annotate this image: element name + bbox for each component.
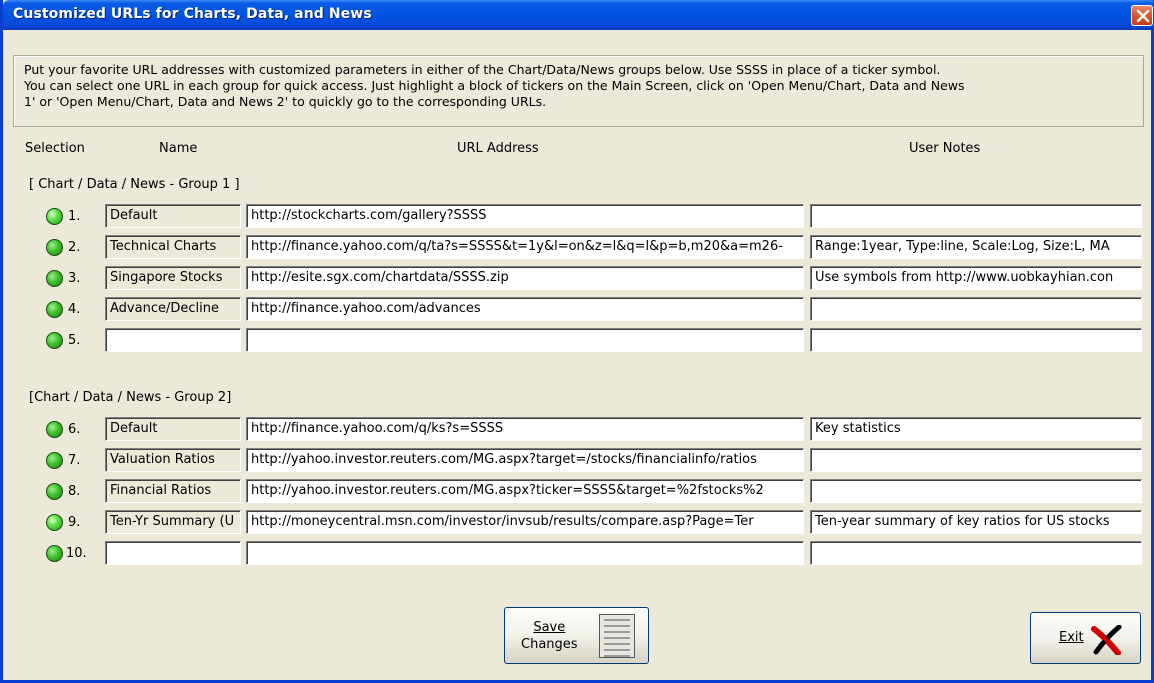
name-field[interactable] [105, 328, 241, 352]
dialog-window: Customized URLs for Charts, Data, and Ne… [0, 0, 1154, 683]
url-field[interactable]: http://stockcharts.com/gallery?SSSS [246, 204, 804, 228]
selection-radio[interactable] [46, 270, 63, 287]
url-row: 6. Default http://finance.yahoo.com/q/ks?s… [3, 417, 1154, 443]
name-field[interactable]: Advance/Decline [105, 297, 241, 321]
url-field[interactable] [246, 328, 804, 352]
row-number: 2. [68, 240, 81, 255]
window-title: Customized URLs for Charts, Data, and Ne… [13, 6, 372, 22]
row-number: 1. [68, 209, 81, 224]
title-bar[interactable]: Customized URLs for Charts, Data, and Ne… [3, 0, 1154, 30]
exit-button[interactable]: Exit [1030, 612, 1141, 664]
header-selection: Selection [25, 141, 85, 156]
save-label-line-2: Changes [521, 637, 578, 652]
exit-label: Exit [1059, 630, 1084, 645]
selection-radio[interactable] [46, 239, 63, 256]
selection-radio[interactable] [46, 332, 63, 349]
url-field[interactable]: http://finance.yahoo.com/q/ks?s=SSSS [246, 417, 804, 441]
row-number: 4. [68, 302, 81, 317]
url-field[interactable] [246, 541, 804, 565]
name-field[interactable] [105, 541, 241, 565]
group-2-label: [Chart / Data / News - Group 2] [29, 390, 232, 405]
name-field[interactable]: Valuation Ratios [105, 448, 241, 472]
name-field[interactable]: Ten-Yr Summary (U [105, 510, 241, 534]
url-row: 8. Financial Ratios http://yahoo.investor.… [3, 479, 1154, 505]
close-button[interactable] [1131, 5, 1153, 26]
notes-field[interactable]: Ten-year summary of key ratios for US st… [810, 510, 1142, 534]
group-1-label: [ Chart / Data / News - Group 1 ] [29, 177, 240, 192]
notes-field[interactable]: Range:1year, Type:line, Scale:Log, Size:… [810, 235, 1142, 259]
row-number: 3. [68, 271, 81, 286]
selection-radio[interactable] [46, 545, 63, 562]
url-row: 1. Default http://stockcharts.com/gallery?… [3, 204, 1154, 230]
header-url: URL Address [457, 141, 539, 156]
instructions-line-3: 1' or 'Open Menu/Chart, Data and News 2'… [24, 94, 547, 109]
selection-radio[interactable] [46, 514, 63, 531]
selection-radio[interactable] [46, 301, 63, 318]
exit-label-text: Exit [1059, 630, 1084, 645]
header-name: Name [159, 141, 198, 156]
url-row: 10. [3, 541, 1154, 567]
notes-field[interactable] [810, 328, 1142, 352]
name-field[interactable]: Default [105, 204, 241, 228]
url-row: 7. Valuation Ratios http://yahoo.investor.… [3, 448, 1154, 474]
row-number: 7. [68, 453, 81, 468]
row-number: 8. [68, 484, 81, 499]
url-row: 5. [3, 328, 1154, 354]
notes-field[interactable] [810, 204, 1142, 228]
notes-field[interactable]: Use symbols from http://www.uobkayhian.c… [810, 266, 1142, 290]
selection-radio[interactable] [46, 208, 63, 225]
save-label: Save Changes [521, 619, 578, 653]
row-number: 9. [68, 515, 81, 530]
notes-field[interactable] [810, 541, 1142, 565]
name-field[interactable]: Financial Ratios [105, 479, 241, 503]
url-field[interactable]: http://esite.sgx.com/chartdata/SSSS.zip [246, 266, 804, 290]
row-number: 6. [68, 422, 81, 437]
save-changes-button[interactable]: Save Changes [504, 607, 649, 664]
row-number: 10. [66, 546, 87, 561]
instructions-line-2: You can select one URL in each group for… [24, 78, 965, 93]
url-field[interactable]: http://yahoo.investor.reuters.com/MG.asp… [246, 448, 804, 472]
row-number: 5. [68, 333, 81, 348]
url-field[interactable]: http://moneycentral.msn.com/investor/inv… [246, 510, 804, 534]
document-icon [599, 614, 635, 658]
save-label-line-1: Save [533, 620, 566, 635]
instructions-box: Put your favorite URL addresses with cus… [13, 55, 1144, 127]
url-field[interactable]: http://yahoo.investor.reuters.com/MG.asp… [246, 479, 804, 503]
url-row: 4. Advance/Decline http://finance.yahoo.co… [3, 297, 1154, 323]
instructions-line-1: Put your favorite URL addresses with cus… [24, 62, 941, 77]
notes-field[interactable]: Key statistics [810, 417, 1142, 441]
url-field[interactable]: http://finance.yahoo.com/advances [246, 297, 804, 321]
header-notes: User Notes [909, 141, 981, 156]
name-field[interactable]: Technical Charts [105, 235, 241, 259]
close-icon [1136, 9, 1150, 23]
url-row: 2. Technical Charts http://finance.yahoo.c… [3, 235, 1154, 261]
name-field[interactable]: Singapore Stocks [105, 266, 241, 290]
red-x-icon [1091, 625, 1122, 655]
url-row: 3. Singapore Stocks http://esite.sgx.com/c… [3, 266, 1154, 292]
selection-radio[interactable] [46, 452, 63, 469]
url-field[interactable]: http://finance.yahoo.com/q/ta?s=SSSS&t=1… [246, 235, 804, 259]
notes-field[interactable] [810, 297, 1142, 321]
selection-radio[interactable] [46, 483, 63, 500]
url-row: 9. Ten-Yr Summary (U http://moneycentral.m… [3, 510, 1154, 536]
name-field[interactable]: Default [105, 417, 241, 441]
notes-field[interactable] [810, 479, 1142, 503]
notes-field[interactable] [810, 448, 1142, 472]
selection-radio[interactable] [46, 421, 63, 438]
